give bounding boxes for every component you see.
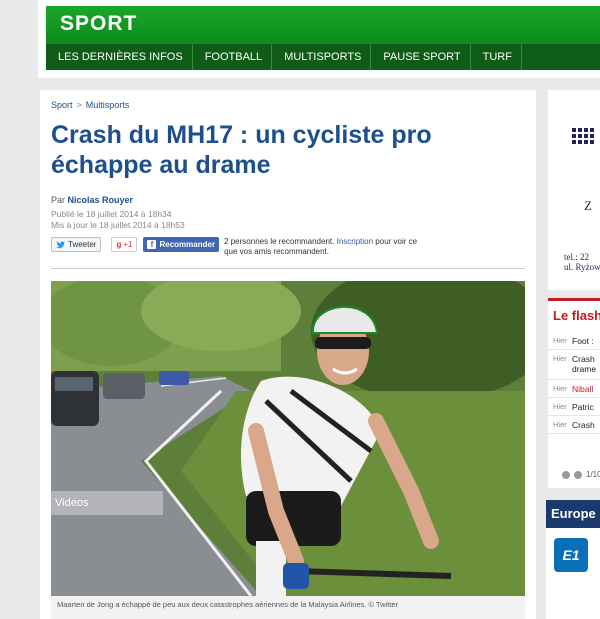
byline: Par Nicolas Rouyer bbox=[51, 195, 133, 205]
article-title: Crash du MH17 : un cycliste pro échappe … bbox=[51, 121, 432, 179]
flash-item-title[interactable]: Crash bbox=[572, 420, 595, 430]
europe1-header: Europe bbox=[546, 500, 600, 528]
breadcrumb-section[interactable]: Multisports bbox=[86, 100, 130, 110]
author-link[interactable]: Nicolas Rouyer bbox=[68, 195, 134, 205]
flash-item[interactable]: Hier Crash bbox=[548, 416, 600, 434]
nav-item-multisports[interactable]: MULTISPORTS bbox=[272, 44, 372, 70]
flash-item-time: Hier bbox=[553, 336, 567, 345]
flash-item-title-line2: drame bbox=[572, 364, 597, 374]
divider bbox=[51, 268, 525, 269]
sidebar-ad[interactable]: Z tel.: 22 ul. Ryżow bbox=[548, 90, 600, 290]
nav-item-dernieres-infos[interactable]: LES DERNIÈRES INFOS bbox=[46, 44, 193, 70]
flash-header: Le flash bbox=[548, 298, 600, 328]
flash-item[interactable]: Hier Niball bbox=[548, 380, 600, 398]
flash-pager: 1/10 bbox=[562, 470, 600, 479]
updated-date: Mis à jour le 18 juillet 2014 à 18h53 bbox=[51, 220, 185, 230]
flash-item-time: Hier bbox=[553, 402, 567, 411]
social-bar: Tweeter g +1 f Recommander 2 personnes l… bbox=[51, 237, 424, 257]
videos-tag[interactable]: Videos bbox=[51, 491, 163, 515]
gplus-label: +1 bbox=[123, 240, 133, 249]
europe1-box: E1 bbox=[546, 528, 600, 619]
recommend-count-text: 2 personnes le recommandent. bbox=[224, 237, 335, 246]
flash-item-title[interactable]: Niball bbox=[572, 384, 593, 394]
flash-item[interactable]: Hier Patric bbox=[548, 398, 600, 416]
nav-item-turf[interactable]: TURF bbox=[471, 44, 522, 70]
facebook-recommend-button[interactable]: f Recommander bbox=[143, 237, 220, 252]
main-nav: LES DERNIÈRES INFOS FOOTBALL MULTISPORTS… bbox=[46, 44, 600, 70]
flash-item[interactable]: Hier Crash drame bbox=[548, 350, 600, 380]
facebook-signup-link[interactable]: Inscription bbox=[337, 237, 373, 246]
ad-brand-letter: Z bbox=[584, 198, 592, 213]
facebook-icon: f bbox=[147, 240, 157, 249]
europe1-logo[interactable]: E1 bbox=[554, 538, 588, 572]
flash-item-title[interactable]: Foot : bbox=[572, 336, 594, 346]
cyclist-photo-illustration bbox=[51, 281, 525, 596]
pager-next-icon[interactable] bbox=[574, 470, 582, 479]
flash-news-box: Le flash Hier Foot : Hier Crash drame Hi… bbox=[548, 298, 600, 488]
pager-prev-icon[interactable] bbox=[562, 470, 570, 479]
article-dates: Publié le 18 juillet 2014 à 18h34 Mis à … bbox=[51, 209, 185, 231]
flash-title: Le flash bbox=[553, 308, 600, 323]
breadcrumb-root[interactable]: Sport bbox=[51, 100, 73, 110]
twitter-bird-icon bbox=[56, 240, 65, 248]
flash-item-title[interactable]: Crash drame bbox=[572, 354, 596, 374]
ad-logo-icon bbox=[572, 128, 594, 144]
published-date: Publié le 18 juillet 2014 à 18h34 bbox=[51, 209, 172, 219]
flash-item[interactable]: Hier Foot : bbox=[548, 332, 600, 350]
pager-count: 1/10 bbox=[586, 470, 600, 479]
ad-tel: tel.: 22 bbox=[564, 252, 589, 262]
ad-contact: tel.: 22 ul. Ryżow bbox=[564, 252, 600, 272]
tweet-button[interactable]: Tweeter bbox=[51, 237, 102, 252]
breadcrumb: Sport > Multisports bbox=[51, 100, 129, 110]
byline-prefix: Par bbox=[51, 195, 66, 205]
gplus-button[interactable]: g +1 bbox=[111, 237, 138, 252]
article-photo[interactable]: Videos bbox=[51, 281, 525, 596]
site-header: SPORT LES DERNIÈRES INFOS FOOTBALL MULTI… bbox=[38, 0, 600, 78]
flash-item-time: Hier bbox=[553, 354, 567, 363]
ad-address: ul. Ryżow bbox=[564, 262, 600, 272]
flash-item-time: Hier bbox=[553, 420, 567, 429]
facebook-recommend-label: Recommander bbox=[159, 240, 216, 249]
flash-item-title[interactable]: Patric bbox=[572, 402, 594, 412]
site-brand[interactable]: SPORT bbox=[60, 12, 137, 36]
flash-item-time: Hier bbox=[553, 384, 567, 393]
article-column: Sport > Multisports Crash du MH17 : un cyc… bbox=[40, 90, 536, 619]
flash-list: Hier Foot : Hier Crash drame Hier Niball… bbox=[548, 332, 600, 434]
header-banner: SPORT bbox=[46, 6, 600, 44]
gplus-icon: g bbox=[116, 240, 122, 249]
breadcrumb-separator: > bbox=[76, 100, 82, 110]
nav-item-pause-sport[interactable]: PAUSE SPORT bbox=[371, 44, 471, 70]
nav-item-football[interactable]: FOOTBALL bbox=[193, 44, 273, 70]
tweet-label: Tweeter bbox=[68, 240, 97, 249]
flash-item-title-line1: Crash bbox=[572, 354, 595, 364]
facebook-recommend-text: 2 personnes le recommandent. Inscription… bbox=[224, 237, 424, 257]
photo-caption: Maarten de Jong a échappé de peu aux deu… bbox=[51, 596, 525, 619]
